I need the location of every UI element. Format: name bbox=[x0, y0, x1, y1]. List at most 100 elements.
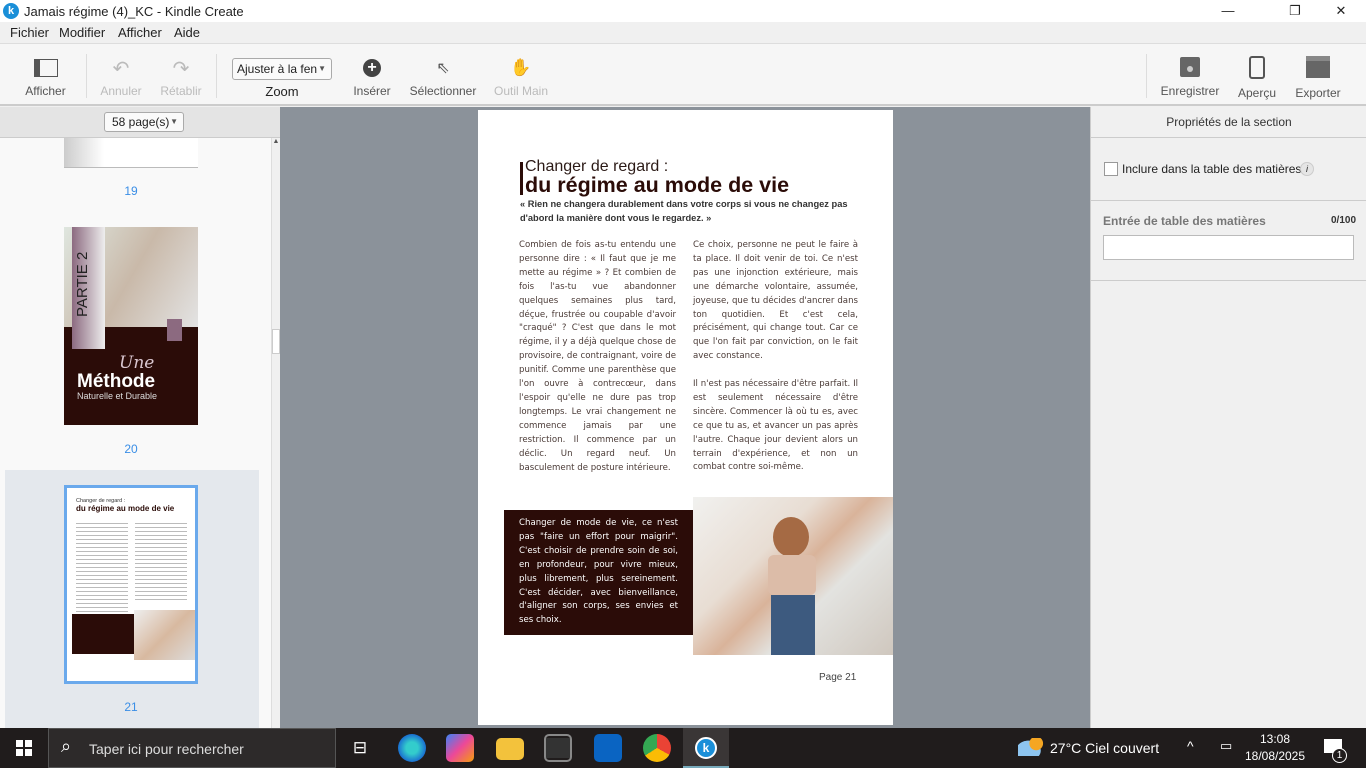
scrollbar-thumb[interactable] bbox=[272, 329, 280, 354]
search-placeholder: Taper ici pour rechercher bbox=[89, 741, 244, 757]
heading-big: du régime au mode de vie bbox=[525, 173, 790, 197]
document-page[interactable]: Changer de regard : du régime au mode de… bbox=[478, 110, 893, 725]
exporter-label: Exporter bbox=[1295, 86, 1341, 100]
thumbnail-scrollbar[interactable]: ▲ bbox=[271, 138, 280, 728]
thumbnail-page-19[interactable] bbox=[64, 138, 198, 168]
toc-checkbox[interactable] bbox=[1104, 162, 1118, 176]
apercu-button[interactable]: Aperçu bbox=[1232, 55, 1282, 100]
windows-taskbar: ⌕ Taper ici pour rechercher ⊟ k 27°C Cie… bbox=[0, 728, 1366, 768]
page-number-20: 20 bbox=[124, 442, 138, 456]
minimize-button[interactable]: — bbox=[1205, 0, 1251, 22]
outlook-icon[interactable] bbox=[594, 734, 622, 762]
chevron-down-icon: ▼ bbox=[170, 117, 178, 126]
kindle-create-taskbar-button[interactable]: k bbox=[683, 728, 729, 768]
page-number-21: 21 bbox=[124, 700, 138, 714]
page-footer: Page 21 bbox=[819, 672, 857, 683]
column-1-text: Combien de fois as-tu entendu une person… bbox=[519, 240, 676, 473]
meet-icon[interactable]: ▭ bbox=[1220, 738, 1232, 754]
bookmark-ribbon bbox=[167, 319, 182, 341]
zoom-select[interactable]: Ajuster à la fen ▼ bbox=[232, 58, 332, 80]
exporter-button[interactable]: Exporter bbox=[1290, 55, 1346, 100]
menu-afficher[interactable]: Afficher bbox=[118, 25, 162, 40]
edge-icon[interactable] bbox=[398, 734, 426, 762]
close-button[interactable]: ✕ bbox=[1318, 0, 1364, 22]
section-properties-panel: Propriétés de la section Inclure dans la… bbox=[1090, 107, 1366, 728]
title-bar: k Jamais régime (4)_KC - Kindle Create —… bbox=[0, 0, 1366, 22]
column-2-text-a: Ce choix, personne ne peut le faire à ta… bbox=[693, 240, 858, 362]
search-icon: ⌕ bbox=[61, 736, 72, 756]
zoom-label: Zoom bbox=[265, 84, 299, 99]
maximize-button[interactable]: ❐ bbox=[1272, 0, 1318, 22]
chrome-icon[interactable] bbox=[643, 734, 671, 762]
redo-icon: ↷ bbox=[172, 57, 190, 80]
partie-ribbon: PARTIE 2 bbox=[72, 227, 105, 349]
thumb-title-big: du régime au mode de vie bbox=[76, 504, 175, 513]
tablet-icon bbox=[1232, 55, 1282, 79]
column-2-text-b: Il n'est pas nécessaire d'être parfait. … bbox=[693, 379, 858, 473]
quote-text: « Rien ne changera durablement dans votr… bbox=[520, 199, 848, 223]
thumbnail-page-20[interactable]: PARTIE 2 Une Méthode Naturelle et Durabl… bbox=[64, 227, 198, 425]
save-icon bbox=[1156, 55, 1224, 79]
editor-canvas: Changer de regard : du régime au mode de… bbox=[280, 107, 1090, 728]
box-icon bbox=[1290, 55, 1346, 79]
chevron-down-icon: ▼ bbox=[318, 64, 326, 73]
inserer-label: Insérer bbox=[353, 84, 391, 98]
page-number-19: 19 bbox=[124, 184, 138, 198]
highlight-text: Changer de mode de vie, ce n'est pas "fa… bbox=[519, 518, 678, 626]
selectionner-button[interactable]: ⇖ Sélectionner bbox=[405, 56, 481, 98]
annuler-button[interactable]: ↶ Annuler bbox=[95, 56, 147, 99]
copilot-icon[interactable] bbox=[446, 734, 474, 762]
menu-bar: Fichier Modifier Afficher Aide bbox=[0, 22, 1366, 43]
chevron-up-icon[interactable]: ^ bbox=[1187, 738, 1194, 754]
page-count-select[interactable]: 58 page(s) ▼ bbox=[104, 112, 184, 132]
menu-aide[interactable]: Aide bbox=[174, 25, 200, 40]
thumbnail-page-21[interactable]: Changer de regard : du régime au mode de… bbox=[64, 485, 198, 684]
highlight-box: Changer de mode de vie, ce n'est pas "fa… bbox=[504, 510, 693, 635]
apercu-label: Aperçu bbox=[1237, 86, 1277, 100]
title-accent-bar bbox=[520, 162, 523, 195]
file-explorer-icon[interactable] bbox=[496, 738, 524, 760]
cursor-icon: ⇖ bbox=[436, 60, 450, 77]
afficher-label: Afficher bbox=[25, 84, 66, 98]
undo-icon: ↶ bbox=[112, 57, 130, 80]
toc-entry-input[interactable] bbox=[1103, 235, 1354, 260]
outil-main-button[interactable]: ✋ Outil Main bbox=[490, 56, 552, 98]
window-title: Jamais régime (4)_KC - Kindle Create bbox=[24, 4, 244, 19]
menu-fichier[interactable]: Fichier bbox=[10, 25, 49, 40]
script-text: Une bbox=[119, 353, 155, 373]
retablir-label: Rétablir bbox=[160, 84, 202, 98]
inserer-button[interactable]: + Insérer bbox=[347, 56, 397, 98]
kindle-create-logo-icon: k bbox=[3, 3, 19, 19]
outil-main-label: Outil Main bbox=[493, 84, 549, 98]
plus-circle-icon: + bbox=[347, 56, 397, 80]
selectionner-label: Sélectionner bbox=[409, 84, 477, 98]
thumbnail-panel: 58 page(s) ▼ 19 PARTIE 2 Une Méthode Natu… bbox=[0, 107, 280, 728]
notification-badge: 1 bbox=[1332, 748, 1347, 763]
woman-photo bbox=[693, 497, 893, 655]
panel-toggle-icon bbox=[18, 56, 73, 80]
weather-text[interactable]: 27°C Ciel couvert bbox=[1050, 740, 1159, 756]
panel-header: Propriétés de la section bbox=[1091, 107, 1366, 138]
clock-time[interactable]: 13:08 bbox=[1240, 732, 1310, 746]
windows-start-icon[interactable] bbox=[16, 740, 32, 756]
hand-icon: ✋ bbox=[510, 58, 532, 77]
partie-label: PARTIE 2 bbox=[74, 251, 91, 317]
store-icon[interactable] bbox=[544, 734, 572, 762]
info-icon[interactable]: i bbox=[1300, 162, 1314, 176]
retablir-button[interactable]: ↷ Rétablir bbox=[155, 56, 207, 99]
toc-char-count: 0/100 bbox=[1331, 215, 1357, 226]
methode-text: Méthode bbox=[77, 371, 156, 392]
toc-entry-label: Entrée de table des matières bbox=[1103, 214, 1266, 228]
enregistrer-button[interactable]: Enregistrer bbox=[1156, 55, 1224, 98]
annuler-label: Annuler bbox=[100, 84, 142, 98]
afficher-button[interactable]: Afficher bbox=[18, 56, 73, 98]
thumbnail-panel-header: 58 page(s) ▼ bbox=[0, 107, 280, 138]
taskbar-search[interactable]: ⌕ Taper ici pour rechercher bbox=[48, 728, 336, 768]
task-view-icon[interactable]: ⊟ bbox=[346, 734, 374, 762]
menu-modifier[interactable]: Modifier bbox=[59, 25, 105, 40]
kindle-taskbar-icon: k bbox=[695, 737, 717, 759]
toolbar: Afficher ↶ Annuler ↷ Rétablir Ajuster à … bbox=[0, 43, 1366, 106]
subtitle-text: Naturelle et Durable bbox=[77, 391, 158, 401]
scroll-up-icon[interactable]: ▲ bbox=[272, 138, 280, 145]
clock-date[interactable]: 18/08/2025 bbox=[1240, 749, 1310, 763]
